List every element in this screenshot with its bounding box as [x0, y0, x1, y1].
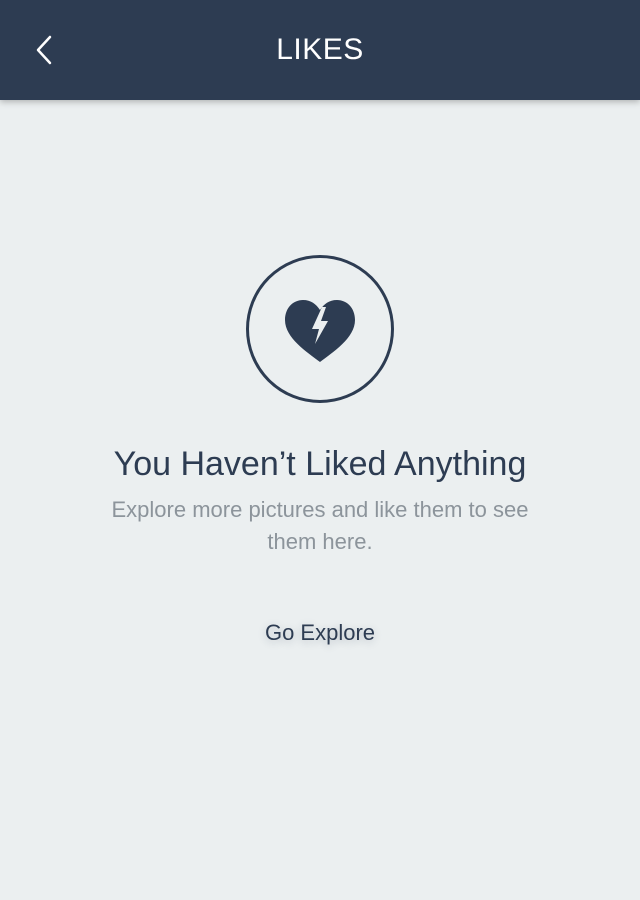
- broken-heart-icon: [246, 255, 394, 403]
- empty-state-subtitle: Explore more pictures and like them to s…: [111, 497, 529, 554]
- app-header: LIKES: [0, 0, 640, 100]
- empty-state-title: You Haven’t Liked Anything: [113, 445, 527, 483]
- go-explore-button[interactable]: Go Explore: [240, 614, 400, 652]
- broken-heart-badge: [245, 254, 395, 404]
- page-title: LIKES: [276, 33, 364, 66]
